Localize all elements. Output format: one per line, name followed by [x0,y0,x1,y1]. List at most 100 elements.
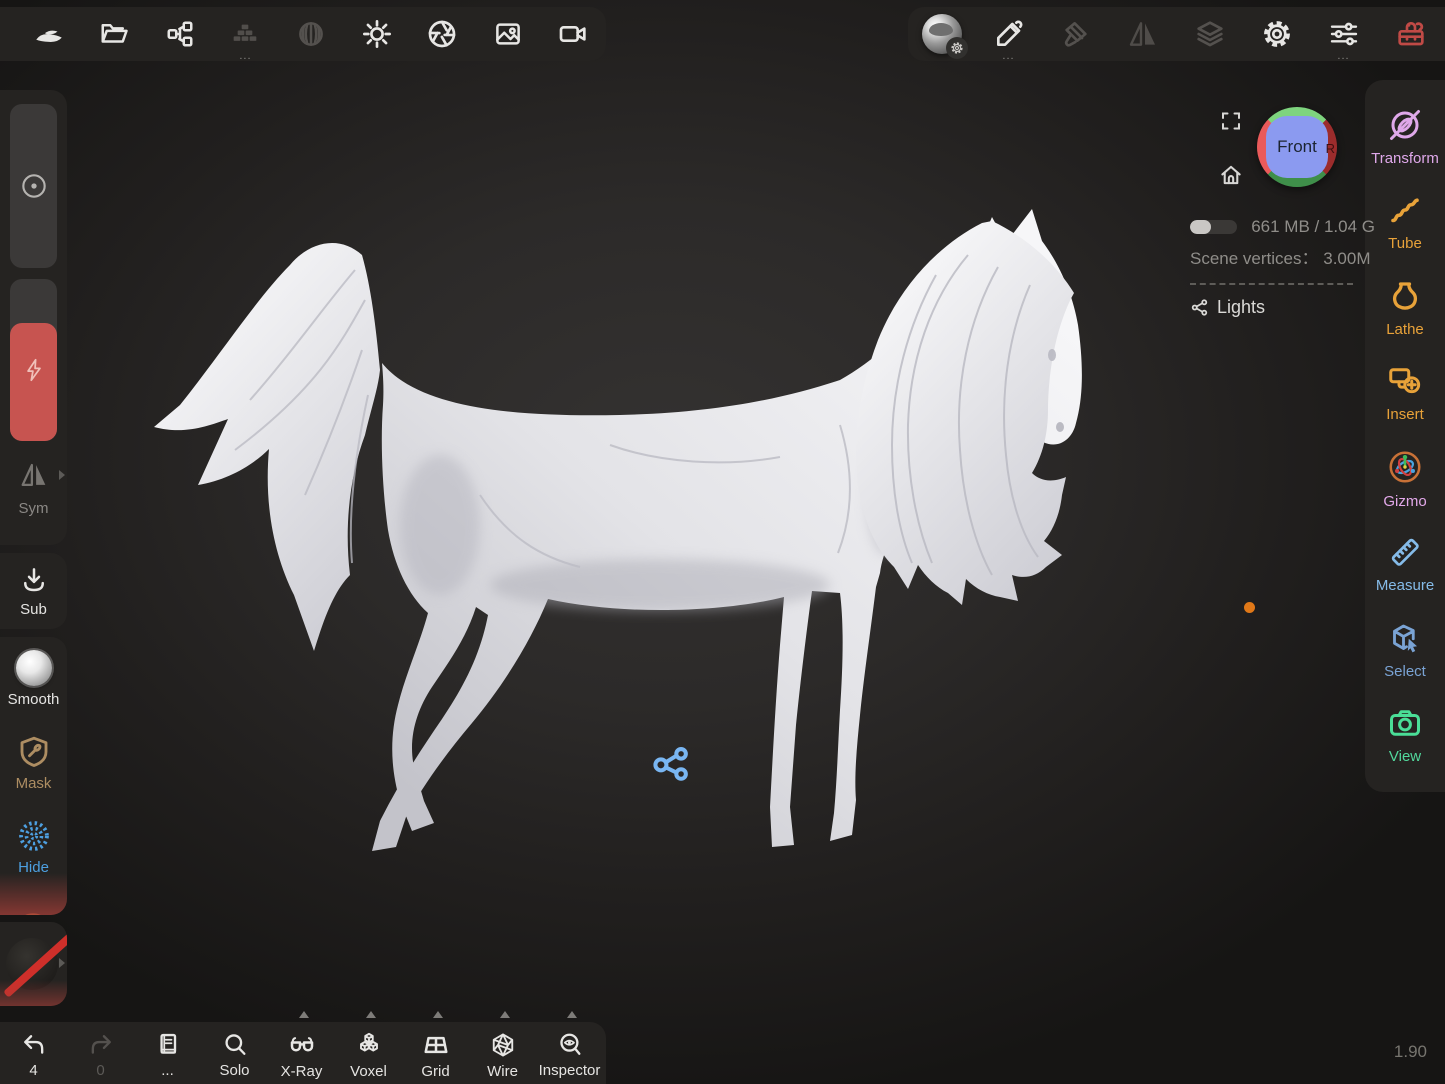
voxel-label: Voxel [350,1063,387,1080]
vertices-value: 3.00M [1323,249,1370,268]
hide-dotted-sphere-icon [16,818,52,854]
reference-point-dot [1244,602,1255,613]
video-camera-button[interactable] [541,7,607,61]
background-image-button[interactable] [475,7,541,61]
insert-label: Insert [1386,406,1424,423]
undo-button[interactable]: 4 [0,1022,67,1084]
settings-gear-button[interactable] [1243,7,1310,61]
tool-select[interactable]: Select [1365,607,1445,693]
transform-label: Transform [1371,150,1439,167]
sub-label: Sub [20,601,47,618]
top-left-toolbar: ... [0,7,606,61]
nav-front-label: Front [1277,137,1317,157]
view-label: View [1389,748,1421,765]
inspector-button[interactable]: Inspector [536,1022,603,1084]
redo-icon [87,1031,115,1059]
bottom-toolbar: 4 0 ... [0,1022,606,1084]
right-sidebar: Transform Tube Lathe [1365,80,1445,792]
symmetry-label: Sym [19,500,49,517]
voxel-button[interactable]: Voxel [335,1022,402,1084]
sculpt-pencil-button[interactable]: ... [975,7,1042,61]
caret-up-icon[interactable] [433,1011,443,1018]
fullscreen-button[interactable] [1219,109,1243,133]
tool-gizmo[interactable]: Gizmo [1365,436,1445,522]
paint-button-disabled[interactable] [1042,7,1109,61]
mesh-sphere-button-disabled[interactable] [278,7,344,61]
left-slider-panel: Sym [0,90,67,545]
memory-text: 661 MB / 1.04 G [1251,217,1375,237]
inspector-label: Inspector [539,1062,601,1079]
caret-up-icon[interactable] [500,1011,510,1018]
insert-icon [1387,363,1423,399]
symmetry-button[interactable]: Sym [0,452,67,532]
smooth-button[interactable]: Smooth [0,637,67,721]
material-button[interactable] [908,7,975,61]
lights-label: Lights [1217,297,1265,318]
bake-more-label: ... [213,50,279,62]
app-logo[interactable] [16,7,82,61]
caret-up-icon[interactable] [366,1011,376,1018]
caret-up-icon[interactable] [299,1011,309,1018]
brush-actions-panel: Smooth Mask Hide [0,637,67,915]
mask-button[interactable]: Mask [0,721,67,805]
undo-count: 4 [29,1062,37,1079]
home-view-button[interactable] [1218,162,1244,188]
tool-view[interactable]: View [1365,693,1445,779]
tool-insert[interactable]: Insert [1365,351,1445,437]
history-notebook-icon [154,1031,182,1059]
lights-row[interactable]: Lights [1190,297,1375,318]
sub-arrow-icon [19,565,49,595]
horse-model[interactable] [140,195,1090,865]
sliders-button[interactable]: ... [1310,7,1377,61]
symmetry-expand-arrow-icon[interactable] [59,470,65,480]
mirror-symmetry-button-disabled[interactable] [1109,7,1176,61]
tool-lathe[interactable]: Lathe [1365,265,1445,351]
brush-radius-slider[interactable] [10,104,57,268]
grid-button[interactable]: Grid [402,1022,469,1084]
xray-button[interactable]: X-Ray [268,1022,335,1084]
select-cube-cursor-icon [1387,620,1423,656]
top-right-toolbar: ... [908,7,1445,61]
no-material-panel[interactable] [0,922,67,1006]
files-folder-button[interactable] [82,7,148,61]
light-position-handle[interactable] [649,741,693,785]
caret-up-icon[interactable] [567,1011,577,1018]
tool-transform[interactable]: Transform [1365,94,1445,180]
mask-shield-icon [16,734,52,770]
material-expand-arrow-icon[interactable] [59,958,65,968]
select-label: Select [1384,663,1426,680]
solo-magnifier-icon [221,1031,249,1059]
intensity-lightning-icon [10,357,57,383]
wire-label: Wire [487,1063,518,1080]
stats-separator [1190,283,1353,285]
zoom-level-indicator: 1.90 [1394,1042,1427,1062]
gizmo-peek-icon[interactable] [10,893,56,915]
vertices-label: Scene vertices： [1190,249,1319,268]
navigation-ball[interactable]: Front R [1257,107,1337,187]
history-button[interactable]: ... [134,1022,201,1084]
brush-intensity-slider[interactable] [10,279,57,441]
smooth-label: Smooth [8,691,60,708]
wire-button[interactable]: Wire [469,1022,536,1084]
grid-icon [421,1030,451,1060]
toolbox-button[interactable] [1377,7,1444,61]
lighting-sun-button[interactable] [344,7,410,61]
memory-bar [1190,220,1237,234]
viewport[interactable]: ... [0,0,1445,1084]
solo-label: Solo [219,1062,249,1079]
nav-right-label: R [1326,141,1335,156]
sub-panel[interactable]: Sub [0,553,67,629]
tube-label: Tube [1388,235,1422,252]
gizmo-icon [1386,448,1424,486]
bake-button-disabled[interactable]: ... [213,7,279,61]
nav-ball-front-face[interactable]: Front [1266,116,1328,178]
layers-button-disabled[interactable] [1176,7,1243,61]
redo-button-disabled[interactable]: 0 [67,1022,134,1084]
tool-measure[interactable]: Measure [1365,522,1445,608]
render-aperture-button[interactable] [409,7,475,61]
solo-button[interactable]: Solo [201,1022,268,1084]
scene-graph-button[interactable] [147,7,213,61]
hide-button[interactable]: Hide [0,805,67,889]
wireframe-icon [488,1030,518,1060]
tool-tube[interactable]: Tube [1365,180,1445,266]
